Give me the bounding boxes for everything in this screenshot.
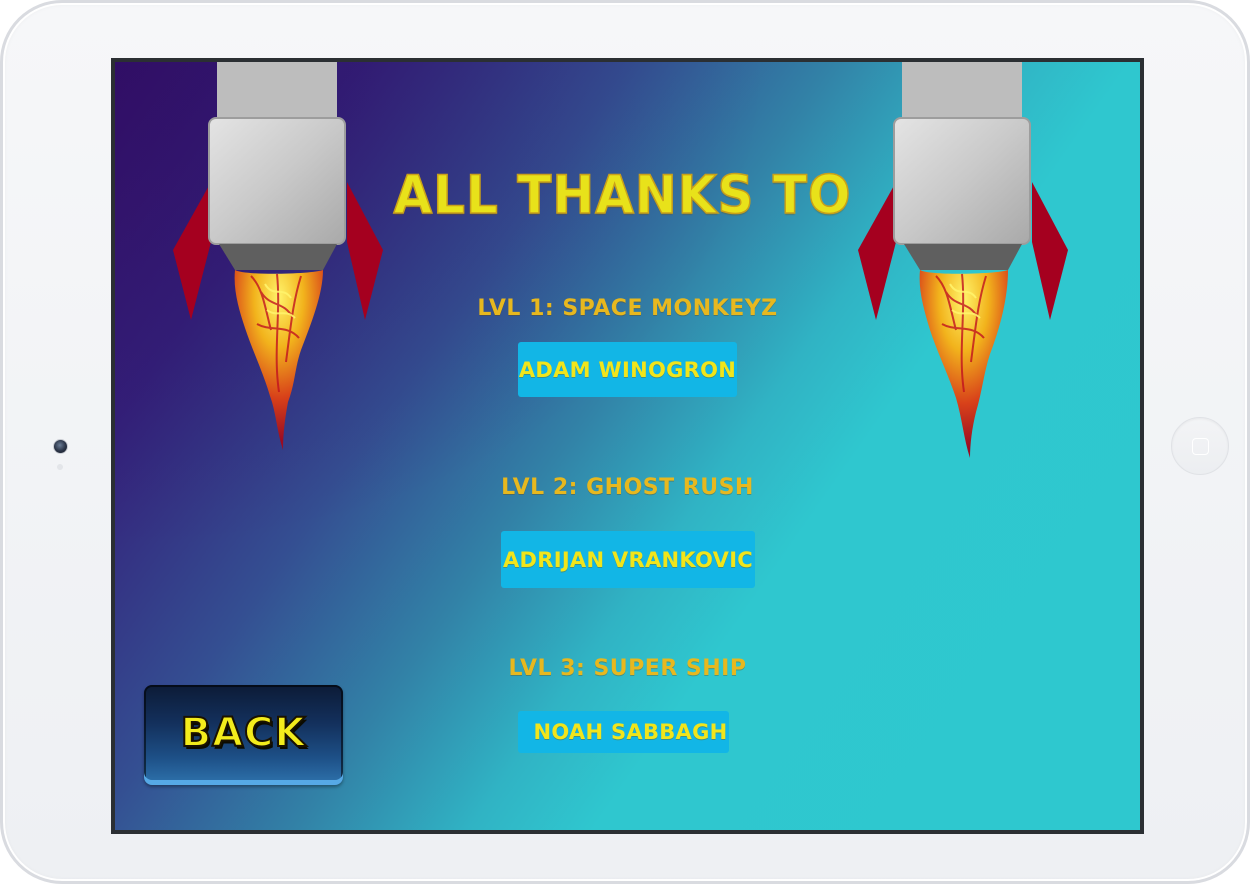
rocket-nozzle — [904, 244, 1022, 270]
front-camera-icon — [53, 439, 68, 454]
game-screen: ALL THANKS TO LVL 1: SPACE MONKEYZ ADAM … — [111, 58, 1144, 834]
right-rocket-icon — [858, 62, 1068, 458]
back-button[interactable]: BACK — [144, 685, 343, 785]
back-button-label: BACK — [180, 709, 307, 757]
credit-level-2-label: LVL 2: GHOST RUSH — [501, 475, 754, 500]
credit-level-3-label: LVL 3: SUPER SHIP — [508, 656, 747, 681]
rocket-nozzle — [219, 244, 337, 270]
credit-name-1: ADAM WINOGRON — [518, 342, 737, 397]
home-button[interactable] — [1171, 417, 1229, 475]
credit-name-2: ADRIJAN VRANKOVIC — [501, 531, 755, 588]
rocket-top — [217, 62, 337, 120]
sensor-dot — [57, 464, 63, 470]
left-rocket-icon — [173, 62, 383, 450]
page-title: ALL THANKS TO — [393, 164, 852, 226]
tablet-device-frame: ALL THANKS TO LVL 1: SPACE MONKEYZ ADAM … — [0, 0, 1250, 884]
credit-level-1-label: LVL 1: SPACE MONKEYZ — [477, 296, 778, 321]
credit-name-3: NOAH SABBAGH — [518, 711, 729, 753]
rocket-top — [902, 62, 1022, 120]
